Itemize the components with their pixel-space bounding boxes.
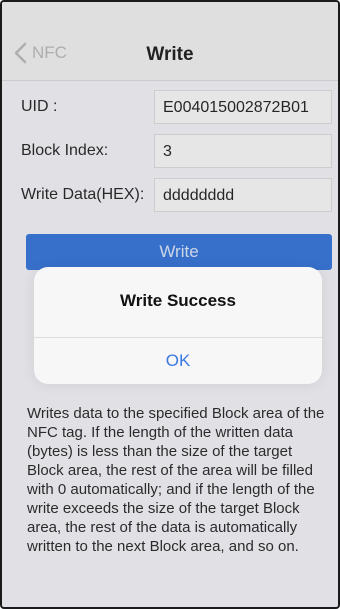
alert-dialog: Write Success OK	[34, 267, 322, 384]
phone-screen: NFC Write UID : E004015002872B01 Block I…	[0, 0, 340, 609]
alert-title: Write Success	[120, 291, 236, 310]
alert-ok-button[interactable]: OK	[34, 338, 322, 384]
